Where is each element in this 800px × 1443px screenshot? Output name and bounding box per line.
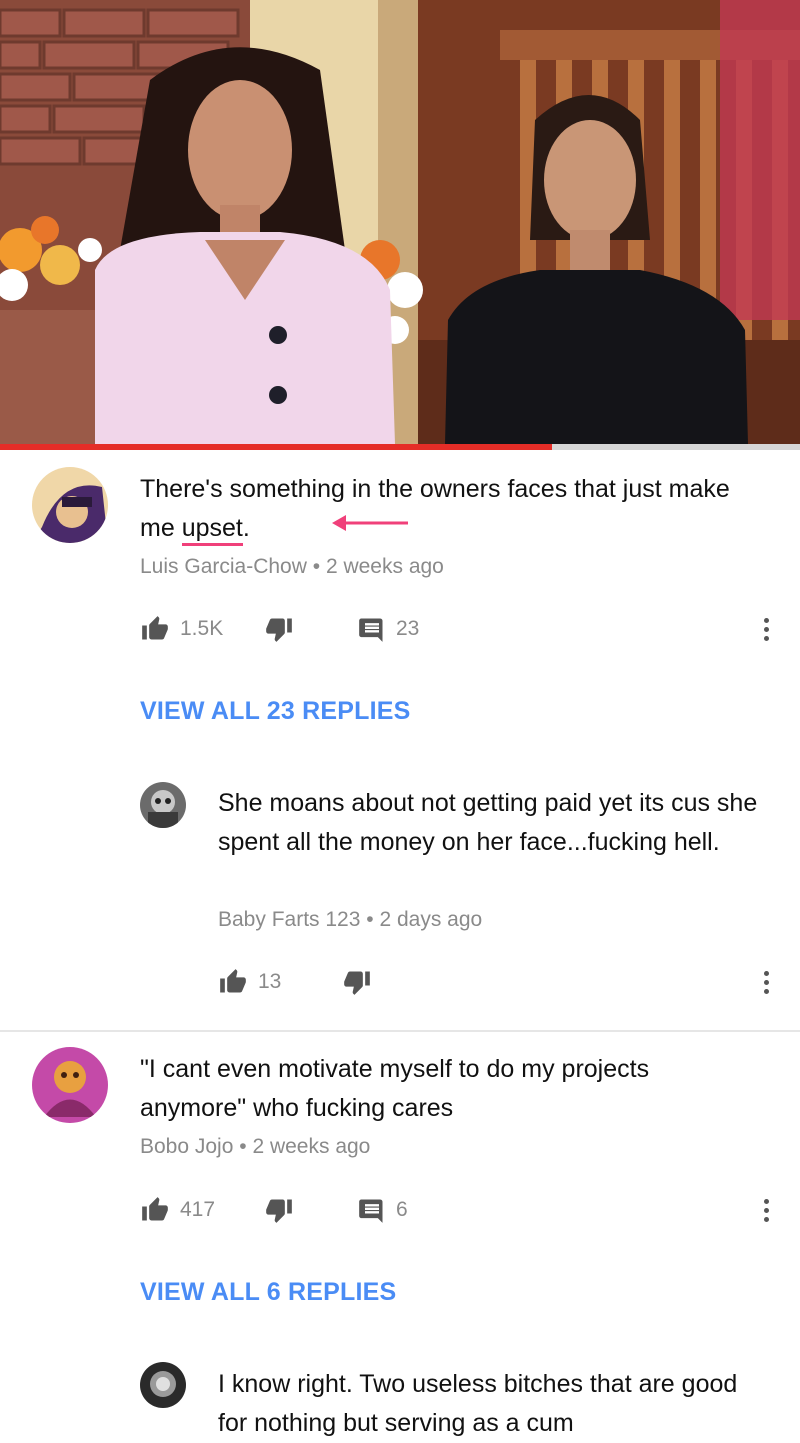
video-progress-bar[interactable] <box>0 444 800 450</box>
thumbs-down-icon <box>266 1199 292 1223</box>
avatar[interactable] <box>140 782 186 828</box>
view-replies-link[interactable]: VIEW ALL 6 REPLIES <box>140 1278 396 1307</box>
thumbs-down-icon <box>344 971 370 995</box>
comment-icon <box>359 1199 383 1223</box>
more-vertical-icon[interactable] <box>756 1190 776 1230</box>
comment-text: "I cant even motivate myself to do my pr… <box>140 1055 650 1122</box>
comment-icon <box>359 618 383 642</box>
thumbs-up-icon <box>142 616 168 640</box>
reply-author[interactable]: Baby Farts 123 <box>218 908 360 931</box>
comment-actions: 417 6 <box>140 1190 780 1230</box>
avatar[interactable] <box>140 1362 186 1408</box>
reply-meta: Baby Farts 123 • 2 days ago <box>218 908 482 932</box>
like-count: 417 <box>180 1198 216 1221</box>
reply-button[interactable]: 6 <box>358 1190 408 1230</box>
like-count: 13 <box>258 970 282 993</box>
comment-time: 2 weeks ago <box>325 555 444 578</box>
reply-button[interactable]: 23 <box>358 609 419 649</box>
more-vertical-icon[interactable] <box>756 609 776 649</box>
reply-count: 6 <box>396 1198 408 1221</box>
highlighted-word: upset <box>181 514 243 546</box>
dislike-button[interactable] <box>342 962 372 1002</box>
reply-time: 2 days ago <box>379 908 483 931</box>
reply-text: I know right. Two useless bitches that a… <box>218 1370 738 1437</box>
video-player[interactable] <box>0 0 800 444</box>
comment-text: There's something in the owners faces th… <box>140 470 740 548</box>
comment-meta: Luis Garcia-Chow • 2 weeks ago <box>140 555 444 579</box>
comment-meta: Bobo Jojo • 2 weeks ago <box>140 1135 370 1159</box>
like-button[interactable]: 417 <box>140 1190 215 1230</box>
thumbs-down-icon <box>266 618 292 642</box>
comment-actions: 1.5K 23 <box>140 609 780 649</box>
reply-text: She moans about not getting paid yet its… <box>218 789 758 856</box>
comment-time: 2 weeks ago <box>252 1135 371 1158</box>
more-vertical-icon[interactable] <box>756 962 776 1002</box>
like-count: 1.5K <box>180 617 224 640</box>
meta-separator: • <box>312 555 321 578</box>
thumbs-up-icon <box>142 1197 168 1221</box>
video-frame-image <box>0 0 800 444</box>
arrow-left-icon <box>332 515 408 531</box>
comment-divider <box>0 1030 800 1032</box>
meta-separator: • <box>366 908 374 931</box>
reply-count: 23 <box>396 617 420 640</box>
avatar[interactable] <box>32 467 108 543</box>
like-button[interactable]: 1.5K <box>140 609 223 649</box>
comment-author[interactable]: Luis Garcia-Chow <box>140 555 307 578</box>
dislike-button[interactable] <box>264 609 294 649</box>
meta-separator: • <box>239 1135 247 1158</box>
view-replies-link[interactable]: VIEW ALL 23 REPLIES <box>140 697 411 726</box>
dislike-button[interactable] <box>264 1190 294 1230</box>
avatar[interactable] <box>32 1047 108 1123</box>
video-progress-fill <box>0 444 552 450</box>
thumbs-up-icon <box>220 969 246 993</box>
like-button[interactable]: 13 <box>218 962 281 1002</box>
comment-author[interactable]: Bobo Jojo <box>140 1135 233 1158</box>
reply-actions: 13 <box>218 962 780 1002</box>
